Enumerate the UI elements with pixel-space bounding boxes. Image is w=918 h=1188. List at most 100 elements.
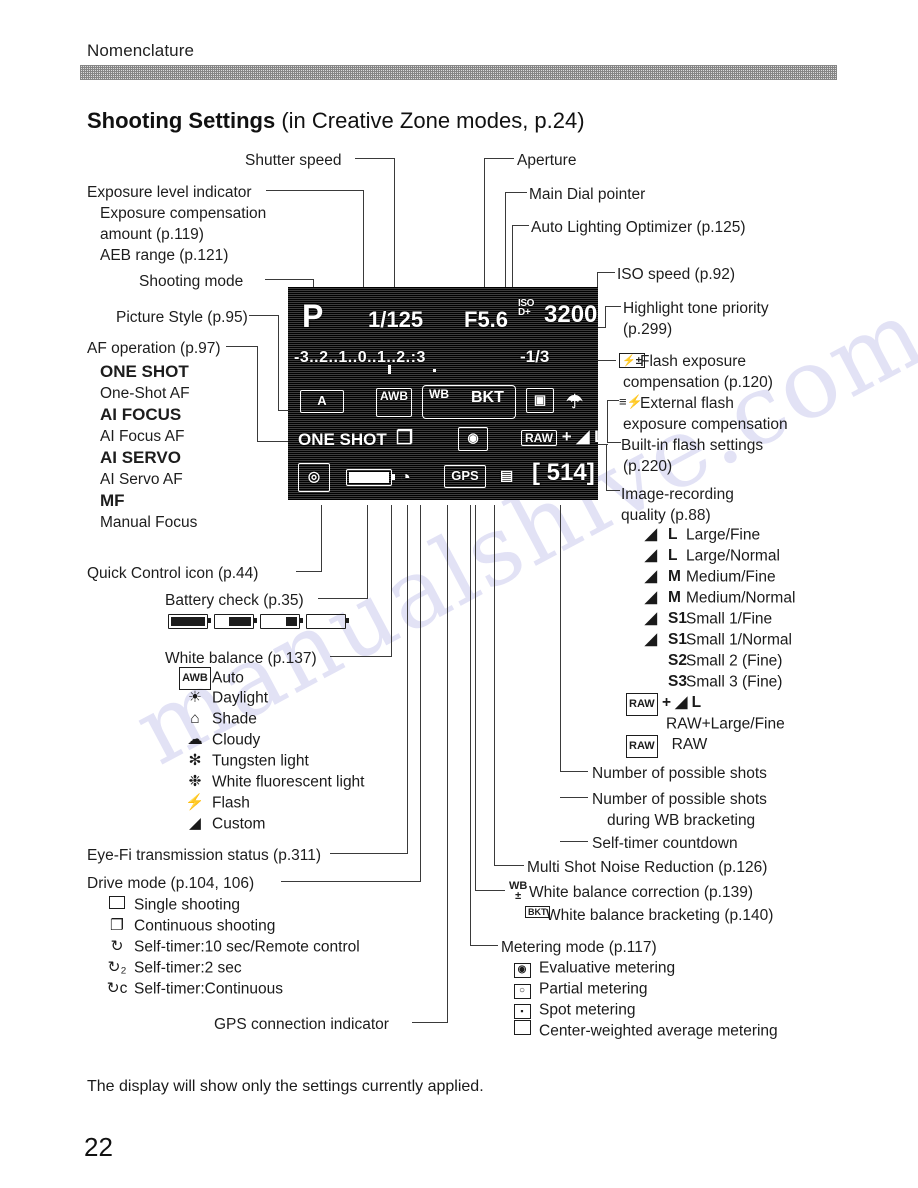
leader (266, 190, 364, 191)
leader (296, 571, 322, 572)
leader (394, 158, 395, 288)
metering-list-item: ○ Partial metering (505, 978, 648, 1000)
leader (560, 771, 588, 772)
battery-icon-empty (306, 614, 349, 629)
quality-list-item: RAW+Large/Fine (666, 713, 785, 734)
wb-list-label-7: Custom (212, 815, 266, 833)
wb-list-item: ☁ Cloudy (178, 729, 260, 750)
callout-main-dial-pointer: Main Dial pointer (529, 186, 646, 203)
drive-list-label-3: Self-timer:2 sec (134, 959, 242, 977)
leader (597, 272, 615, 273)
quality-list-item: S2Small 2 (Fine) (634, 650, 782, 671)
callout-flash-exp-comp-line1: Flash exposure (640, 353, 746, 370)
lcd-iso-block: ISO D+ 3200 (518, 299, 597, 329)
continuous-shooting-icon: ❐ (110, 917, 124, 935)
callout-possible-shots-wb-line2: during WB bracketing (607, 812, 756, 829)
camera-lcd-display: P 1/125 F5.6 ISO D+ 3200 -3..2..1..0..1.… (288, 287, 598, 500)
lcd-wb-correction: WB (429, 387, 449, 401)
leader (475, 890, 505, 891)
quality-code-0: L (668, 526, 678, 543)
wb-list-label-3: Cloudy (212, 731, 261, 749)
leader (475, 505, 476, 891)
quality-list-item: S3Small 3 (Fine) (634, 671, 782, 692)
quality-list-item: ◢ M Medium/Normal (634, 587, 795, 608)
lcd-multi-shot-nr: ▤ (500, 467, 514, 483)
wb-list-item: ✻ Tungsten light (178, 750, 309, 771)
leader (226, 346, 258, 347)
af-list-icon-1: AI FOCUS (100, 405, 182, 424)
quality-label-2: Medium/Fine (686, 568, 776, 586)
center-weighted-metering-icon (505, 1020, 539, 1041)
metering-list-item: Center-weighted average metering (505, 1020, 778, 1041)
drive-list-item: Single shooting (100, 894, 240, 915)
lcd-aperture: F5.6 (464, 307, 509, 332)
af-list-icon-2: AI SERVO (100, 448, 181, 467)
flash-exp-comp-icon: ⚡± (619, 353, 645, 368)
callout-image-quality-line1: Image-recording (621, 486, 734, 503)
callout-battery-check: Battery check (p.35) (165, 592, 304, 609)
cloud-icon: ☁ (187, 731, 203, 749)
leader (367, 505, 368, 599)
callout-flash-exp-comp-line2: compensation (p.120) (623, 374, 773, 391)
callout-wb-correction: White balance correction (p.139) (529, 884, 754, 901)
quality-code-6: S2 (668, 652, 687, 669)
quality-code-2: M (668, 568, 681, 585)
callout-exposure-comp-line1: Exposure compensation (100, 205, 267, 222)
leader (605, 306, 606, 328)
callout-aperture: Aperture (517, 152, 577, 169)
af-list-label-0: One-Shot AF (100, 385, 190, 402)
wb-list-item: ❉ White fluorescent light (178, 771, 365, 792)
page-title-bold: Shooting Settings (87, 108, 276, 133)
lcd-white-balance: AWB (376, 388, 412, 417)
callout-builtin-flash-line2: (p.220) (623, 458, 673, 475)
lcd-battery-check (346, 469, 395, 491)
callout-quick-control-icon: Quick Control icon (p.44) (87, 565, 259, 582)
callout-wb-bracketing: White balance bracketing (p.140) (546, 907, 774, 924)
callout-af-operation: AF operation (p.97) (87, 340, 221, 357)
battery-icon-one-third (260, 614, 303, 629)
callout-possible-shots: Number of possible shots (592, 765, 767, 782)
leader (560, 505, 561, 772)
custom-wb-icon: ◢ (189, 815, 201, 833)
raw-icon: RAW (626, 693, 658, 716)
leader (407, 505, 408, 854)
raw-icon: RAW (626, 735, 658, 758)
leader (494, 865, 524, 866)
drive-list-label-4: Self-timer:Continuous (134, 980, 284, 998)
drive-list-item: ↻₂ Self-timer:2 sec (100, 957, 242, 978)
wb-list-label-1: Daylight (212, 689, 268, 707)
fine-s1-icon: ◢ (645, 610, 657, 628)
lcd-shooting-mode: P (302, 298, 324, 334)
callout-highlight-tone-line1: Highlight tone priority (623, 300, 769, 317)
leader (607, 400, 619, 401)
quality-label-8: RAW+Large/Fine (666, 715, 785, 733)
lcd-picture-style: A (300, 390, 344, 413)
callout-possible-shots-wb-line1: Number of possible shots (592, 791, 767, 808)
lcd-metering-mode: ◉ (458, 427, 488, 451)
callout-selftimer-countdown: Self-timer countdown (592, 835, 738, 852)
metering-list-item: ◉ Evaluative metering (505, 957, 675, 979)
drive-list-label-2: Self-timer:10 sec/Remote control (134, 938, 360, 956)
callout-exposure-comp-line2: amount (p.119) (100, 226, 204, 243)
leader (606, 445, 607, 491)
leader (447, 505, 448, 1023)
wb-list-label-6: Flash (212, 794, 250, 812)
lcd-possible-shots: [ 514] (532, 459, 595, 486)
af-list-label-2: AI Servo AF (100, 471, 183, 488)
drive-list-item: ↻ Self-timer:10 sec/Remote control (100, 936, 360, 957)
metering-label-2: Spot metering (539, 1001, 636, 1019)
lcd-quick-control-icon: ◎ (298, 463, 330, 492)
quality-label-4: Small 1/Fine (686, 610, 773, 628)
quality-code-1: L (668, 547, 678, 564)
lcd-af-operation: ONE SHOT (298, 430, 387, 449)
battery-level-icons (168, 614, 349, 629)
metering-label-3: Center-weighted average metering (539, 1022, 778, 1040)
af-list-label-3: Manual Focus (100, 514, 198, 531)
spot-metering-icon: ▪ (505, 999, 539, 1020)
leader (278, 315, 279, 411)
leader (607, 442, 621, 443)
manual-page: manualshive.com Nomenclature Shooting Se… (0, 0, 918, 1188)
leader (560, 841, 588, 842)
callout-image-quality-line2: quality (p.88) (621, 507, 711, 524)
leader (249, 315, 279, 316)
